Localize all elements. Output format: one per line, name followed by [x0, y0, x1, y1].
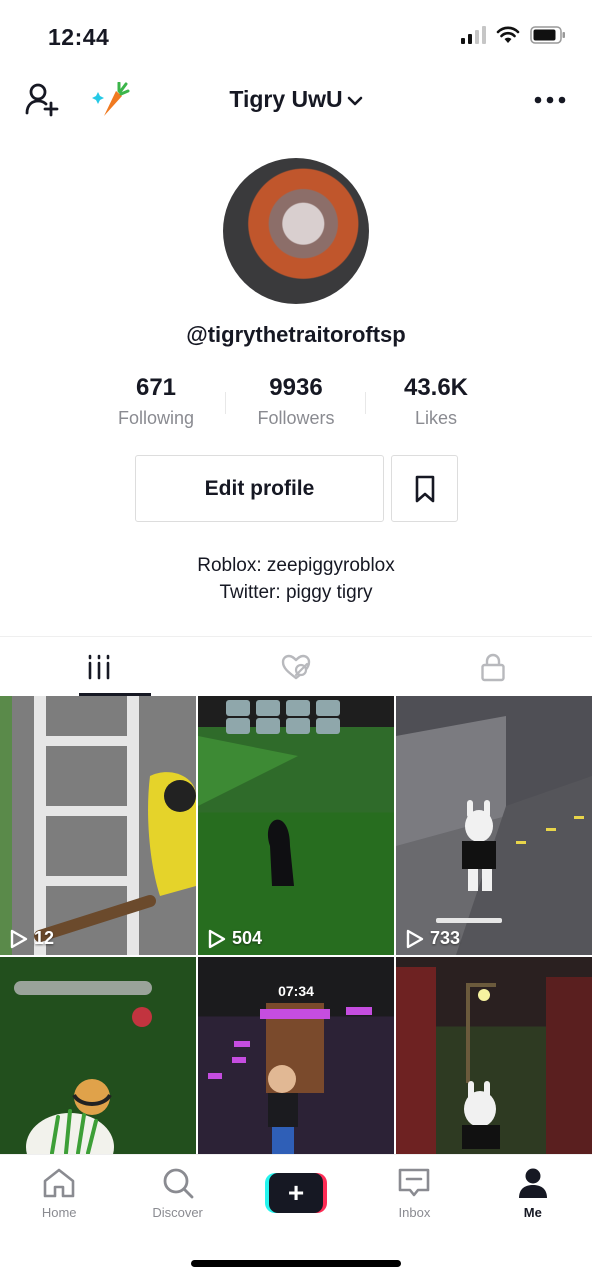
thumbnail-art: [396, 716, 592, 955]
hidden-heart-icon: [281, 654, 311, 679]
person-icon: [518, 1168, 547, 1198]
video-grid: 12 504 733 07:34: [0, 696, 592, 1154]
bio: Roblox: zeepiggyroblox Twitter: piggy ti…: [0, 552, 592, 606]
stat-following-label: Following: [117, 408, 195, 428]
stat-followers-value: 9936: [269, 374, 323, 401]
view-count-value: 733: [430, 928, 461, 948]
tab-private[interactable]: [395, 637, 592, 696]
nav-create[interactable]: +: [237, 1155, 355, 1235]
status-bar: 12:44: [0, 0, 592, 70]
battery-icon: [530, 26, 565, 44]
thumbnail-art: [14, 981, 152, 1154]
nav-discover-label: Discover: [152, 1205, 203, 1220]
chevron-down-icon: [347, 96, 362, 106]
view-count: 733: [406, 928, 460, 949]
content-tabs: [0, 636, 592, 696]
thumbnail-art: [198, 700, 340, 886]
bio-line: Twitter: piggy tigry: [219, 582, 373, 603]
stat-likes[interactable]: 43.6K Likes: [366, 374, 506, 429]
play-icon: [10, 929, 28, 948]
bookmark-icon: [415, 475, 434, 502]
view-count-value: 504: [232, 928, 263, 948]
stat-likes-value: 43.6K: [403, 374, 469, 401]
home-icon: [43, 1168, 75, 1198]
nav-discover[interactable]: Discover: [118, 1155, 236, 1235]
grid-columns-icon: [88, 654, 109, 679]
inbox-icon: [399, 1168, 430, 1197]
profile-stats: 671 Following 9936 Followers 43.6K Likes: [86, 374, 506, 429]
bottom-nav: Home Discover + Inbox Me: [0, 1154, 592, 1280]
more-options-icon[interactable]: [534, 96, 566, 104]
username: @tigrythetraitoroftsp: [186, 322, 406, 347]
stat-likes-label: Likes: [414, 408, 458, 428]
edit-profile-button[interactable]: Edit profile: [135, 455, 384, 522]
play-icon: [208, 929, 226, 948]
thumbnail-art: [208, 1003, 372, 1154]
nav-inbox-label: Inbox: [398, 1205, 431, 1220]
view-count-value: 12: [34, 928, 55, 948]
video-thumbnail[interactable]: 12: [0, 696, 196, 955]
nav-home[interactable]: Home: [0, 1155, 118, 1235]
status-time: 12:44: [48, 24, 110, 50]
avatar[interactable]: [223, 158, 369, 304]
view-count: 504: [208, 928, 262, 949]
top-nav: Tigry UwU: [0, 70, 592, 130]
thumbnail-art: [396, 967, 592, 1154]
stat-followers[interactable]: 9936 Followers: [226, 374, 366, 429]
bio-line: Roblox: zeepiggyroblox: [197, 555, 395, 576]
stat-following-value: 671: [135, 374, 177, 401]
search-icon: [163, 1168, 194, 1199]
tab-videos[interactable]: [0, 637, 197, 696]
play-icon: [406, 929, 424, 948]
nav-me-label: Me: [523, 1205, 542, 1220]
nav-home-label: Home: [41, 1205, 77, 1220]
status-icons: [461, 26, 566, 44]
nav-inbox[interactable]: Inbox: [355, 1155, 473, 1235]
create-button[interactable]: +: [265, 1173, 328, 1213]
video-thumbnail[interactable]: 733: [396, 696, 592, 955]
thumbnail-art: [34, 696, 196, 955]
plus-icon: +: [269, 1173, 324, 1213]
tab-liked[interactable]: [197, 637, 394, 696]
stat-followers-label: Followers: [257, 408, 335, 428]
video-thumbnail[interactable]: [396, 957, 592, 1154]
video-thumbnail[interactable]: [0, 957, 196, 1154]
view-count: 12: [10, 928, 54, 949]
profile-actions: Edit profile: [135, 455, 458, 522]
video-thumbnail[interactable]: 504: [198, 696, 394, 955]
home-indicator[interactable]: [191, 1260, 401, 1267]
profile-name: Tigry UwU: [229, 86, 343, 112]
stat-following[interactable]: 671 Following: [86, 374, 226, 429]
bookmark-button[interactable]: [391, 455, 458, 522]
profile-name-dropdown[interactable]: Tigry UwU: [0, 86, 592, 113]
cellular-signal-icon: [461, 26, 486, 44]
wifi-icon: [496, 26, 520, 43]
lock-icon: [481, 653, 506, 681]
video-thumbnail[interactable]: 07:34: [198, 957, 394, 1154]
nav-me[interactable]: Me: [474, 1155, 592, 1235]
